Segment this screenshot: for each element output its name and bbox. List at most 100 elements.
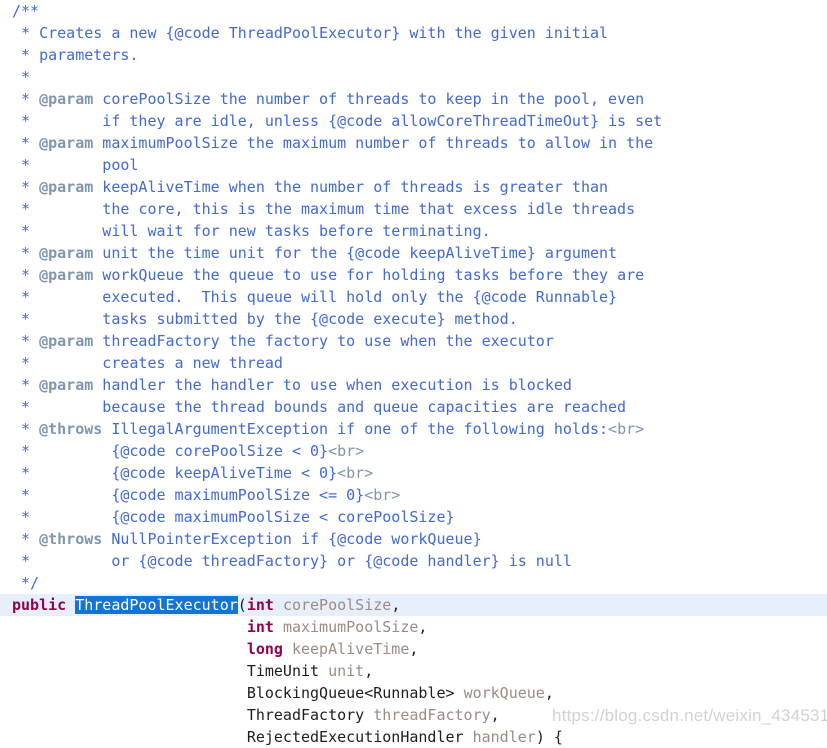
code-token-kw: int bbox=[246, 618, 274, 636]
code-token-cmt: * {@code maximumPoolSize < corePoolSize} bbox=[12, 508, 455, 526]
code-token-cmt: * the core, this is the maximum time tha… bbox=[12, 200, 636, 218]
code-token-punc: , bbox=[364, 662, 374, 680]
code-line[interactable]: * creates a new thread bbox=[0, 352, 827, 374]
code-token-cmt: * {@code keepAliveTime < 0} bbox=[12, 464, 338, 482]
code-token-cmt-tag: @param bbox=[39, 178, 94, 196]
code-token-cmt: threadFactory the factory to use when th… bbox=[93, 332, 554, 350]
code-token-cmt: corePoolSize the number of threads to ke… bbox=[93, 90, 645, 108]
code-token-cmt: * executed. This queue will hold only th… bbox=[12, 288, 618, 306]
code-token-cmt: * or {@code threadFactory} or {@code han… bbox=[12, 552, 572, 570]
code-token-punc: ) { bbox=[535, 728, 563, 746]
code-token-cmt-tag: @param bbox=[39, 244, 94, 262]
code-token-type: ThreadFactory bbox=[246, 706, 365, 724]
code-token-cmt: * will wait for new tasks before termina… bbox=[12, 222, 491, 240]
code-token-type: RejectedExecutionHandler bbox=[246, 728, 464, 746]
code-token-cmt: /** bbox=[12, 2, 40, 20]
code-token-cmt: * because the thread bounds and queue ca… bbox=[12, 398, 627, 416]
code-line[interactable]: * parameters. bbox=[0, 44, 827, 66]
code-editor[interactable]: /** * Creates a new {@code ThreadPoolExe… bbox=[0, 0, 827, 746]
code-token-cmt: * bbox=[12, 90, 40, 108]
code-line[interactable]: * if they are idle, unless {@code allowC… bbox=[0, 110, 827, 132]
code-line[interactable]: * because the thread bounds and queue ca… bbox=[0, 396, 827, 418]
code-line[interactable]: /** bbox=[0, 0, 827, 22]
code-line[interactable]: RejectedExecutionHandler handler) { bbox=[0, 726, 827, 748]
code-token-kw: int bbox=[246, 596, 274, 614]
code-token-cmt-tag: @param bbox=[39, 376, 94, 394]
code-token-cmt-tag: @throws bbox=[39, 420, 103, 438]
code-line[interactable]: * Creates a new {@code ThreadPoolExecuto… bbox=[0, 22, 827, 44]
code-line[interactable]: * @param unit the time unit for the {@co… bbox=[0, 242, 827, 264]
code-line[interactable]: * tasks submitted by the {@code execute}… bbox=[0, 308, 827, 330]
code-line[interactable]: * will wait for new tasks before termina… bbox=[0, 220, 827, 242]
code-line[interactable]: * @param keepAliveTime when the number o… bbox=[0, 176, 827, 198]
code-line[interactable]: * @param corePoolSize the number of thre… bbox=[0, 88, 827, 110]
code-token-cmt: maximumPoolSize the maximum number of th… bbox=[93, 134, 654, 152]
code-line[interactable]: long keepAliveTime, bbox=[0, 638, 827, 660]
code-token-cmt: * bbox=[12, 530, 40, 548]
code-token-type: BlockingQueue<Runnable> bbox=[246, 684, 455, 702]
code-token-punc: , bbox=[544, 684, 554, 702]
code-line[interactable]: * {@code maximumPoolSize < corePoolSize} bbox=[0, 506, 827, 528]
code-line[interactable]: * @param maximumPoolSize the maximum num… bbox=[0, 132, 827, 154]
code-token-cmt: * bbox=[12, 266, 40, 284]
code-token-cmt: * {@code corePoolSize < 0} bbox=[12, 442, 329, 460]
code-line[interactable]: * {@code corePoolSize < 0}<br> bbox=[0, 440, 827, 462]
code-token-cmt-html: <br> bbox=[608, 420, 645, 438]
code-token-cmt: * bbox=[12, 420, 40, 438]
code-token-cmt: * bbox=[12, 178, 40, 196]
code-line[interactable]: * @param handler the handler to use when… bbox=[0, 374, 827, 396]
code-line[interactable]: * {@code maximumPoolSize <= 0}<br> bbox=[0, 484, 827, 506]
code-token-cmt: * Creates a new {@code ThreadPoolExecuto… bbox=[12, 24, 609, 42]
code-line[interactable]: * {@code keepAliveTime < 0}<br> bbox=[0, 462, 827, 484]
code-line[interactable]: * the core, this is the maximum time tha… bbox=[0, 198, 827, 220]
code-token-punc: , bbox=[409, 640, 419, 658]
code-lines-container[interactable]: /** * Creates a new {@code ThreadPoolExe… bbox=[0, 0, 827, 748]
code-line[interactable]: ThreadFactory threadFactory, bbox=[0, 704, 827, 726]
code-line[interactable]: * @throws IllegalArgumentException if on… bbox=[0, 418, 827, 440]
code-line[interactable]: TimeUnit unit, bbox=[0, 660, 827, 682]
code-token-punc: ( bbox=[237, 596, 247, 614]
code-token-cmt-tag: @param bbox=[39, 332, 94, 350]
code-token-cmt: handler the handler to use when executio… bbox=[93, 376, 572, 394]
code-line[interactable]: * pool bbox=[0, 154, 827, 176]
code-token-cmt-html: <br> bbox=[337, 464, 374, 482]
code-token-cmt: unit the time unit for the {@code keepAl… bbox=[93, 244, 618, 262]
code-line[interactable]: int maximumPoolSize, bbox=[0, 616, 827, 638]
code-token-ident: threadFactory bbox=[373, 706, 491, 724]
code-token-cmt: * bbox=[12, 376, 40, 394]
code-line[interactable]: public ThreadPoolExecutor(int corePoolSi… bbox=[0, 594, 827, 616]
code-line[interactable]: * @param workQueue the queue to use for … bbox=[0, 264, 827, 286]
code-token-cmt-html: <br> bbox=[364, 486, 401, 504]
code-token-sel[interactable]: ThreadPoolExecutor bbox=[75, 596, 238, 614]
code-token-ident: corePoolSize bbox=[282, 596, 392, 614]
code-line[interactable]: * executed. This queue will hold only th… bbox=[0, 286, 827, 308]
code-line[interactable]: * @throws NullPointerException if {@code… bbox=[0, 528, 827, 550]
code-token-cmt-tag: @throws bbox=[39, 530, 103, 548]
code-token-ident: workQueue bbox=[463, 684, 545, 702]
code-token-type: TimeUnit bbox=[246, 662, 320, 680]
code-line[interactable]: * @param threadFactory the factory to us… bbox=[0, 330, 827, 352]
code-token-cmt: */ bbox=[12, 574, 40, 592]
code-token-ident: unit bbox=[328, 662, 365, 680]
code-token-cmt-tag: @param bbox=[39, 90, 94, 108]
code-token-cmt: IllegalArgumentException if one of the f… bbox=[102, 420, 609, 438]
code-line[interactable]: * bbox=[0, 66, 827, 88]
code-line[interactable]: BlockingQueue<Runnable> workQueue, bbox=[0, 682, 827, 704]
code-token-cmt: NullPointerException if {@code workQueue… bbox=[102, 530, 482, 548]
code-token-cmt: * parameters. bbox=[12, 46, 139, 64]
code-token-cmt: * creates a new thread bbox=[12, 354, 283, 372]
code-token-kw: public bbox=[12, 596, 67, 614]
code-token-ident: maximumPoolSize bbox=[282, 618, 419, 636]
code-line[interactable]: */ bbox=[0, 572, 827, 594]
code-token-cmt: keepAliveTime when the number of threads… bbox=[93, 178, 609, 196]
code-line[interactable]: * or {@code threadFactory} or {@code han… bbox=[0, 550, 827, 572]
